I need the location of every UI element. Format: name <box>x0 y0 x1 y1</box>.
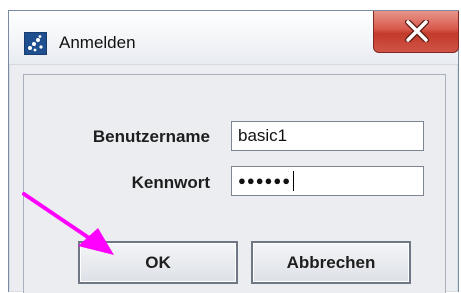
java-dots-icon <box>24 32 47 55</box>
close-button[interactable] <box>373 11 459 53</box>
close-x-icon <box>405 20 429 42</box>
password-label: Kennwort <box>131 173 210 192</box>
login-form-panel: Benutzername Kennwort ●●●●●● OK Abbreche… <box>23 74 446 293</box>
username-input[interactable] <box>231 121 424 151</box>
password-mask: ●●●●●● <box>238 173 292 188</box>
password-input[interactable]: ●●●●●● <box>231 166 424 196</box>
username-label: Benutzername <box>92 127 210 146</box>
cancel-button[interactable]: Abbrechen <box>251 241 411 284</box>
dialog-title: Anmelden <box>59 33 136 52</box>
login-dialog: Anmelden Benutzername Kennwort ●●●●●● OK… <box>8 10 459 293</box>
ok-button[interactable]: OK <box>78 241 238 284</box>
titlebar: Anmelden <box>9 11 459 65</box>
